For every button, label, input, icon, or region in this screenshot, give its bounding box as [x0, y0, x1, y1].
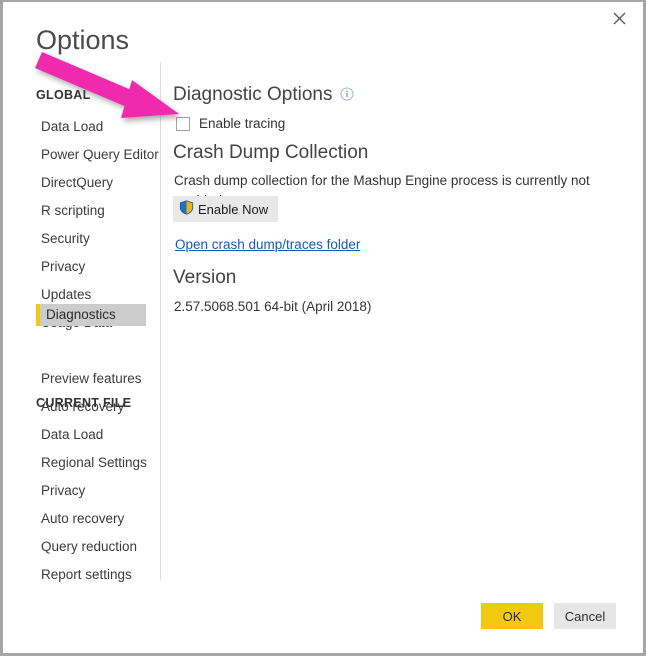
- sidebar-group-heading-global: GLOBAL: [36, 88, 91, 102]
- sidebar-item-current-privacy[interactable]: Privacy: [36, 480, 146, 502]
- dialog-titlebar: Options: [3, 2, 643, 74]
- enable-now-button[interactable]: Enable Now: [173, 196, 279, 222]
- options-dialog: Options GLOBAL Data Load Power Query Edi…: [0, 0, 646, 656]
- sidebar-item-privacy[interactable]: Privacy: [36, 256, 146, 278]
- sidebar-item-power-query-editor[interactable]: Power Query Editor: [36, 144, 159, 166]
- diagnostic-options-heading: Diagnostic Options: [173, 84, 333, 105]
- sidebar-item-report-settings[interactable]: Report settings: [36, 564, 146, 586]
- enable-now-label: Enable Now: [198, 201, 269, 217]
- sidebar-content-divider: [160, 62, 161, 580]
- sidebar-item-diagnostics[interactable]: Diagnostics: [36, 304, 146, 326]
- sidebar-item-security[interactable]: Security: [36, 228, 146, 250]
- sidebar-item-directquery[interactable]: DirectQuery: [36, 172, 146, 194]
- uac-shield-icon: [179, 200, 194, 218]
- version-value: 2.57.5068.501 64-bit (April 2018): [174, 299, 372, 314]
- open-crash-dump-folder-link[interactable]: Open crash dump/traces folder: [175, 237, 360, 252]
- options-sidebar: GLOBAL Data Load Power Query Editor Dire…: [3, 78, 160, 583]
- sidebar-group-heading-current-file: CURRENT FILE: [36, 396, 132, 410]
- version-heading: Version: [173, 267, 237, 288]
- sidebar-item-current-auto-recovery[interactable]: Auto recovery: [36, 508, 146, 530]
- close-icon[interactable]: [597, 2, 641, 34]
- crash-dump-heading: Crash Dump Collection: [173, 142, 369, 163]
- ok-button[interactable]: OK: [481, 603, 543, 629]
- sidebar-item-preview-features[interactable]: Preview features: [36, 368, 146, 390]
- sidebar-item-current-data-load[interactable]: Data Load: [36, 424, 146, 446]
- page-title: Options: [36, 25, 130, 55]
- enable-tracing-row: Enable tracing: [176, 116, 285, 131]
- enable-tracing-checkbox[interactable]: [176, 116, 190, 131]
- info-icon[interactable]: [340, 85, 355, 107]
- sidebar-item-data-load[interactable]: Data Load: [36, 116, 146, 138]
- cancel-button[interactable]: Cancel: [554, 603, 616, 629]
- sidebar-item-regional-settings[interactable]: Regional Settings: [36, 452, 147, 474]
- sidebar-item-updates[interactable]: Updates: [36, 284, 146, 306]
- diagnostic-options-heading-row: Diagnostic Options: [173, 84, 355, 107]
- enable-tracing-label[interactable]: Enable tracing: [199, 116, 285, 131]
- sidebar-item-query-reduction[interactable]: Query reduction: [36, 536, 146, 558]
- sidebar-item-r-scripting[interactable]: R scripting: [36, 200, 146, 222]
